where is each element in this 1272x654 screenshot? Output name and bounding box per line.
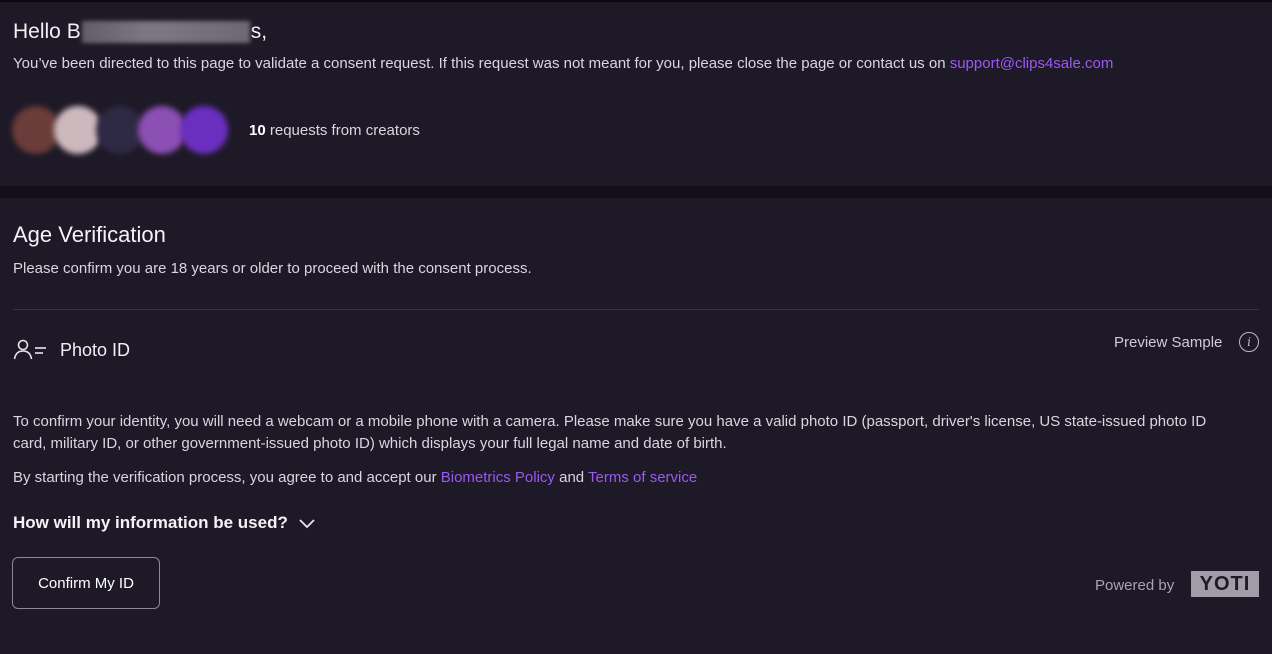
request-count: 10 [249, 122, 266, 139]
info-icon[interactable]: i [1239, 332, 1259, 352]
yoti-logo: YOTI [1191, 571, 1259, 597]
faq-label: How will my information be used? [13, 513, 288, 532]
section-subtitle: Please confirm you are 18 years or older… [13, 260, 532, 277]
confirm-id-button[interactable]: Confirm My ID [12, 557, 160, 609]
chevron-down-icon [299, 519, 315, 529]
greeting-panel: Hello B s, You’ve been directed to this p… [0, 2, 1272, 186]
greeting-heading: Hello B s, [13, 20, 267, 44]
powered-by-label: Powered by [1095, 577, 1175, 594]
info-usage-toggle[interactable]: How will my information be used? [13, 513, 316, 533]
agreement-prefix: By starting the verification process, yo… [13, 469, 441, 486]
person-list-icon [13, 339, 46, 360]
support-email-link[interactable]: support@clips4sale.com [950, 55, 1114, 72]
request-text: requests from creators [265, 122, 420, 139]
divider [13, 309, 1259, 310]
photo-id-label: Photo ID [60, 340, 131, 360]
age-verification-panel: Age Verification Please confirm you are … [0, 198, 1272, 654]
request-summary: 10 requests from creators [249, 122, 420, 139]
agreement-text: By starting the verification process, yo… [13, 467, 1243, 489]
identity-instructions: To confirm your identity, you will need … [13, 413, 1207, 452]
section-title: Age Verification [13, 222, 166, 247]
intro-message: You’ve been directed to this page to val… [13, 55, 950, 72]
avatar [54, 106, 102, 154]
avatar [180, 106, 228, 154]
avatar [96, 106, 144, 154]
redacted-name [81, 21, 250, 43]
avatar [12, 106, 60, 154]
biometrics-policy-link[interactable]: Biometrics Policy [441, 469, 555, 486]
intro-text: You’ve been directed to this page to val… [13, 55, 1113, 72]
agreement-and: and [554, 469, 589, 486]
creator-avatars [12, 106, 228, 156]
terms-of-service-link[interactable]: Terms of service [588, 469, 697, 486]
greeting-prefix: Hello B [13, 20, 81, 43]
greeting-suffix: s, [250, 20, 268, 43]
avatar [138, 106, 186, 154]
preview-sample-link[interactable]: Preview Sample [1114, 334, 1222, 351]
